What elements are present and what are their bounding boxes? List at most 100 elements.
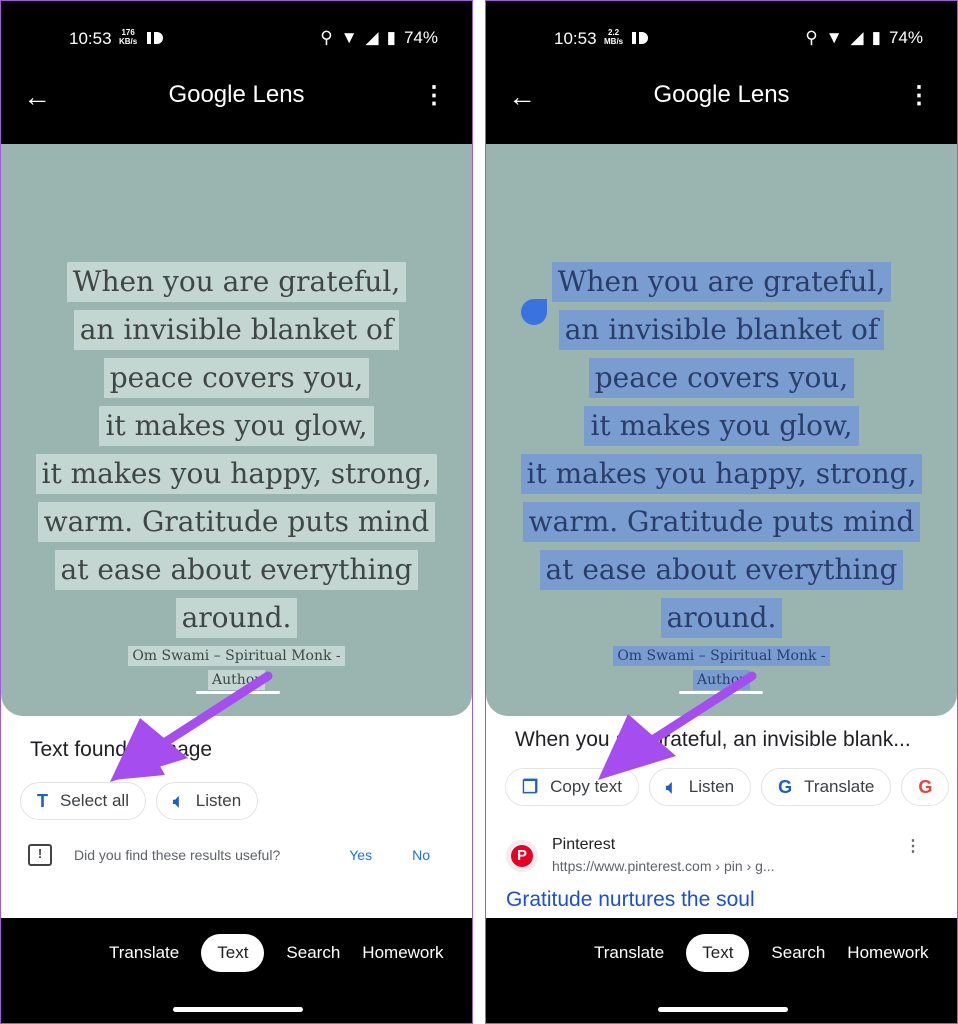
- phone-screen-left: 10:53 176 KB/s ⚲ ▼ ◢ ▮ 74% ← Google Lens ⋮ Wh…: [0, 0, 473, 1024]
- tab-translate[interactable]: Translate: [109, 943, 179, 963]
- status-icons: ⚲ ▼ ◢ ▮ 74%: [320, 28, 438, 48]
- app-title: Google Lens: [653, 81, 790, 108]
- result-source: Pinterest: [552, 836, 616, 853]
- battery-icon: ▮: [386, 28, 396, 47]
- gesture-bar[interactable]: [173, 1007, 303, 1012]
- network-speed: 2.2 MB/s: [604, 28, 623, 46]
- selected-text-line[interactable]: an invisible blanket of: [558, 310, 885, 350]
- translate-button[interactable]: G Translate: [761, 768, 892, 806]
- chip-label: Listen: [688, 777, 735, 796]
- speed-value: 2.2: [608, 28, 620, 37]
- google-search-button[interactable]: G: [901, 768, 950, 806]
- chip-label: Copy text: [550, 777, 622, 796]
- scanned-image[interactable]: When you are grateful, an invisible blan…: [486, 144, 957, 716]
- tab-translate[interactable]: Translate: [594, 943, 664, 963]
- battery-level: 74%: [888, 28, 923, 47]
- chip-label: Select all: [60, 791, 129, 810]
- more-vert-icon[interactable]: ⋮: [905, 836, 921, 874]
- text-line[interactable]: around.: [175, 598, 298, 638]
- speed-unit: MB/s: [604, 37, 624, 46]
- more-vert-icon[interactable]: ⋮: [422, 81, 446, 110]
- selected-text-line[interactable]: it makes you happy, strong,: [520, 454, 923, 494]
- tab-search[interactable]: Search: [771, 943, 825, 963]
- signal-icon: ◢: [850, 28, 864, 47]
- selected-text-line[interactable]: peace covers you,: [588, 358, 855, 398]
- copy-icon: ❐: [522, 776, 539, 797]
- sheet-heading: Text found in image: [30, 738, 213, 761]
- text-line[interactable]: at ease about everything: [54, 550, 419, 590]
- feedback-question: Did you find these results useful?: [74, 847, 281, 863]
- wifi-icon: ▼: [340, 28, 358, 47]
- text-line[interactable]: an invisible blanket of: [73, 310, 400, 350]
- status-icons: ⚲ ▼ ◢ ▮ 74%: [805, 28, 923, 48]
- text-line[interactable]: When you are grateful,: [66, 262, 407, 302]
- results-sheet: Text found in image T Select all 🔈︎ Listen…: [1, 691, 472, 919]
- bottom-nav: Translate Text Search Homework: [1, 918, 472, 1023]
- more-vert-icon[interactable]: ⋮: [907, 81, 931, 110]
- pinterest-icon: P: [506, 840, 538, 872]
- signal-icon: ◢: [365, 28, 379, 47]
- notification-icon: [636, 32, 648, 44]
- selection-handle[interactable]: [521, 299, 547, 325]
- listen-button[interactable]: 🔈︎ Listen: [648, 768, 752, 806]
- chip-label: Listen: [195, 791, 242, 810]
- app-header: ← Google Lens ⋮: [1, 71, 472, 144]
- drag-handle[interactable]: [196, 691, 280, 694]
- feedback-row: ! Did you find these results useful? Yes…: [28, 844, 472, 866]
- speaker-icon: 🔈︎: [665, 776, 677, 797]
- speed-value: 176: [121, 28, 135, 37]
- bottom-nav: Translate Text Search Homework: [486, 918, 957, 1023]
- chip-label: Translate: [804, 777, 875, 796]
- selected-text-line[interactable]: warm. Gratitude puts mind: [522, 502, 921, 542]
- result-title[interactable]: Gratitude nurtures the soul: [506, 888, 957, 912]
- results-sheet: When you are grateful, an invisible blan…: [486, 691, 957, 919]
- selected-text-line[interactable]: it makes you glow,: [584, 406, 859, 446]
- app-title: Google Lens: [168, 81, 305, 108]
- text-icon: T: [37, 790, 48, 811]
- listen-button[interactable]: 🔈︎ Listen: [155, 782, 259, 820]
- feedback-icon: !: [28, 844, 52, 866]
- attribution-line[interactable]: Om Swami – Spiritual Monk -: [128, 646, 345, 666]
- text-line[interactable]: peace covers you,: [103, 358, 370, 398]
- text-line[interactable]: it makes you happy, strong,: [35, 454, 438, 494]
- tab-search[interactable]: Search: [286, 943, 340, 963]
- tab-text[interactable]: Text: [201, 934, 265, 972]
- status-bar: 10:53 176 KB/s ⚲ ▼ ◢ ▮ 74%: [1, 1, 472, 71]
- app-header: ← Google Lens ⋮: [486, 71, 957, 144]
- drag-handle[interactable]: [679, 691, 763, 694]
- attribution-line[interactable]: Om Swami – Spiritual Monk -: [613, 646, 830, 666]
- battery-level: 74%: [403, 28, 438, 47]
- yes-button[interactable]: Yes: [349, 847, 372, 863]
- selected-text-line[interactable]: When you are grateful,: [551, 262, 892, 302]
- wifi-icon: ▼: [825, 28, 843, 47]
- attribution-line[interactable]: Author: [208, 670, 265, 690]
- attribution-line[interactable]: Author: [693, 670, 750, 690]
- result-url: https://www.pinterest.com › pin › g...: [552, 858, 775, 874]
- search-result[interactable]: P Pinterest https://www.pinterest.com › p…: [506, 836, 957, 874]
- text-line[interactable]: it makes you glow,: [99, 406, 374, 446]
- google-translate-icon: G: [778, 776, 793, 797]
- select-all-button[interactable]: T Select all: [20, 782, 146, 820]
- speed-unit: KB/s: [119, 37, 138, 46]
- speaker-icon: 🔈︎: [172, 790, 184, 811]
- status-bar: 10:53 2.2 MB/s ⚲ ▼ ◢ ▮ 74%: [486, 1, 957, 71]
- selected-text-preview: When you are grateful, an invisible blan…: [515, 728, 911, 751]
- phone-screen-right: 10:53 2.2 MB/s ⚲ ▼ ◢ ▮ 74% ← Google Lens ⋮ Wh…: [485, 0, 958, 1024]
- gesture-bar[interactable]: [658, 1007, 788, 1012]
- location-icon: ⚲: [320, 28, 333, 47]
- scanned-image[interactable]: When you are grateful, an invisible blan…: [1, 144, 472, 716]
- tab-homework[interactable]: Homework: [362, 943, 443, 963]
- selected-text-line[interactable]: at ease about everything: [539, 550, 904, 590]
- copy-text-button[interactable]: ❐ Copy text: [505, 768, 639, 806]
- google-icon: G: [918, 776, 933, 797]
- tab-text[interactable]: Text: [686, 934, 750, 972]
- location-icon: ⚲: [805, 28, 818, 47]
- network-speed: 176 KB/s: [119, 28, 137, 46]
- selected-text-line[interactable]: around.: [660, 598, 783, 638]
- no-button[interactable]: No: [412, 847, 430, 863]
- battery-icon: ▮: [871, 28, 881, 47]
- notification-icon: [151, 32, 163, 44]
- tab-homework[interactable]: Homework: [847, 943, 928, 963]
- text-line[interactable]: warm. Gratitude puts mind: [37, 502, 436, 542]
- clock: 10:53: [554, 29, 597, 48]
